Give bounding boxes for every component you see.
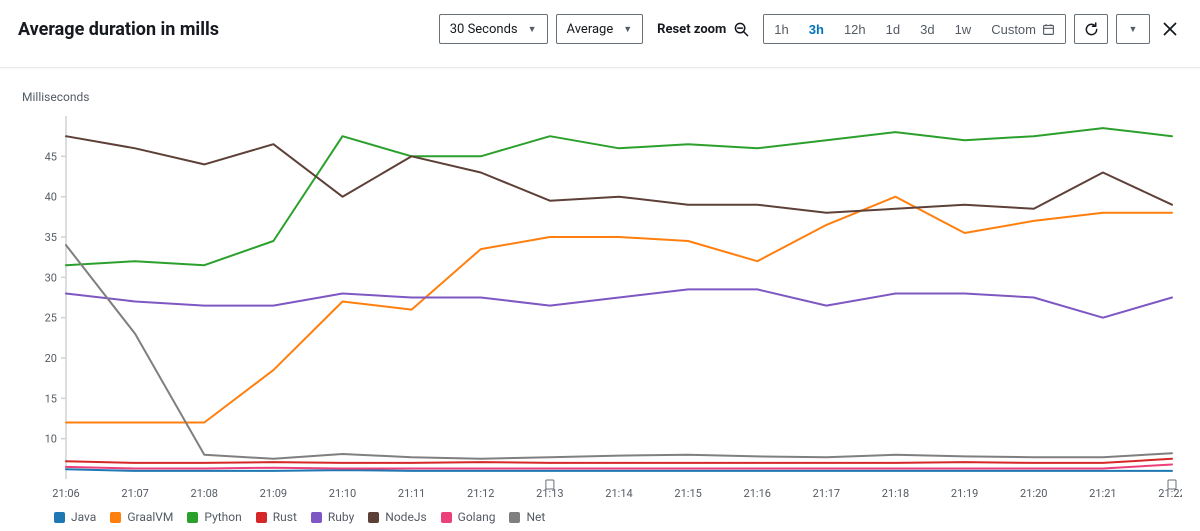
- svg-text:21:20: 21:20: [1020, 487, 1047, 500]
- legend-item-golang[interactable]: Golang: [441, 510, 496, 524]
- svg-text:45: 45: [45, 150, 57, 163]
- legend-label: Rust: [273, 510, 297, 524]
- time-range-custom[interactable]: Custom: [981, 15, 1065, 43]
- svg-text:20: 20: [45, 352, 57, 365]
- caret-down-icon: ▼: [1129, 24, 1138, 34]
- reset-zoom-label: Reset zoom: [657, 22, 726, 37]
- svg-text:21:10: 21:10: [329, 487, 356, 500]
- legend-item-java[interactable]: Java: [54, 510, 96, 524]
- svg-text:35: 35: [45, 231, 57, 244]
- period-select[interactable]: 30 Seconds ▼: [439, 14, 548, 44]
- refresh-button[interactable]: [1074, 14, 1108, 44]
- svg-text:21:06: 21:06: [52, 487, 79, 500]
- legend-swatch: [110, 512, 121, 523]
- zoom-out-icon: [734, 22, 749, 37]
- svg-text:10: 10: [45, 433, 57, 446]
- series-rust: [66, 459, 1172, 463]
- stat-select[interactable]: Average ▼: [556, 14, 644, 44]
- caret-down-icon: ▼: [623, 24, 632, 35]
- header-controls: 30 Seconds ▼ Average ▼ Reset zoom 1h3h12…: [439, 14, 1182, 44]
- refresh-icon: [1084, 22, 1099, 37]
- legend-swatch: [368, 512, 379, 523]
- refresh-options-button[interactable]: ▼: [1116, 14, 1150, 44]
- svg-text:21:18: 21:18: [882, 487, 909, 500]
- svg-text:25: 25: [45, 312, 57, 325]
- legend-item-rust[interactable]: Rust: [256, 510, 297, 524]
- svg-text:15: 15: [45, 392, 57, 405]
- calendar-icon: [1042, 23, 1055, 36]
- legend-label: GraalVM: [127, 510, 173, 524]
- period-select-value: 30 Seconds: [450, 22, 518, 37]
- svg-text:30: 30: [45, 271, 57, 284]
- divider: [0, 56, 1200, 68]
- time-range-1w[interactable]: 1w: [945, 15, 982, 43]
- svg-text:21:21: 21:21: [1089, 487, 1116, 500]
- svg-text:21:11: 21:11: [398, 487, 425, 500]
- time-range-3d[interactable]: 3d: [910, 15, 944, 43]
- legend-swatch: [311, 512, 322, 523]
- svg-text:40: 40: [45, 191, 57, 204]
- reset-zoom-button[interactable]: Reset zoom: [651, 14, 755, 44]
- time-range-1h[interactable]: 1h: [764, 15, 798, 43]
- stat-select-value: Average: [567, 22, 614, 37]
- svg-text:21:12: 21:12: [467, 487, 494, 500]
- page-title: Average duration in mills: [18, 19, 219, 40]
- svg-text:21:07: 21:07: [121, 487, 148, 500]
- time-range-3h[interactable]: 3h: [799, 15, 834, 43]
- series-ruby: [66, 289, 1172, 317]
- legend-item-python[interactable]: Python: [187, 510, 241, 524]
- series-golang: [66, 465, 1172, 469]
- series-graalvm: [66, 197, 1172, 423]
- time-range-group: 1h3h12h1d3d1wCustom: [763, 14, 1066, 44]
- legend-item-net[interactable]: Net: [509, 510, 545, 524]
- scrub-handle-left[interactable]: [546, 480, 554, 489]
- svg-text:21:08: 21:08: [191, 487, 218, 500]
- legend-label: NodeJs: [385, 510, 426, 524]
- legend-label: Net: [526, 510, 545, 524]
- legend-swatch: [187, 512, 198, 523]
- svg-text:21:17: 21:17: [813, 487, 840, 500]
- legend-label: Java: [71, 510, 96, 524]
- time-range-1d[interactable]: 1d: [876, 15, 910, 43]
- legend-swatch: [256, 512, 267, 523]
- svg-text:21:09: 21:09: [260, 487, 287, 500]
- series-net: [66, 245, 1172, 459]
- y-axis-title: Milliseconds: [22, 90, 1182, 104]
- legend-item-ruby[interactable]: Ruby: [311, 510, 354, 524]
- legend: Java GraalVM Python Rust Ruby NodeJs Golang Net: [18, 505, 1182, 524]
- series-java: [66, 469, 1172, 471]
- header: Average duration in mills 30 Seconds ▼ A…: [0, 0, 1200, 56]
- legend-label: Golang: [458, 510, 496, 524]
- svg-text:21:14: 21:14: [605, 487, 632, 500]
- legend-item-graalvm[interactable]: GraalVM: [110, 510, 173, 524]
- chart-area: Milliseconds 10 15 20 25 30 35 40 45 21:06 21:07 2…: [0, 68, 1200, 524]
- svg-text:21:15: 21:15: [674, 487, 701, 500]
- close-button[interactable]: [1158, 17, 1182, 41]
- line-chart: 10 15 20 25 30 35 40 45 21:06 21:07 21:08 21:09 21:1…: [18, 110, 1182, 505]
- legend-label: Ruby: [328, 510, 354, 524]
- legend-label: Python: [204, 510, 241, 524]
- legend-swatch: [509, 512, 520, 523]
- legend-swatch: [54, 512, 65, 523]
- legend-swatch: [441, 512, 452, 523]
- legend-item-nodejs[interactable]: NodeJs: [368, 510, 426, 524]
- time-range-12h[interactable]: 12h: [834, 15, 876, 43]
- svg-text:21:16: 21:16: [744, 487, 771, 500]
- svg-text:21:19: 21:19: [951, 487, 978, 500]
- close-icon: [1162, 21, 1178, 37]
- scrub-handle-right[interactable]: [1168, 480, 1176, 489]
- caret-down-icon: ▼: [528, 24, 537, 35]
